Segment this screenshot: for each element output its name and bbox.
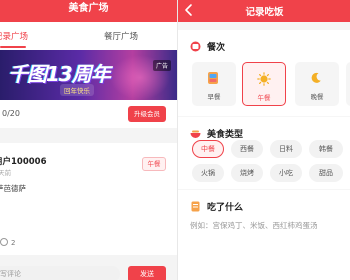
food-description-input[interactable]: 例如：宫保鸡丁、米饭、西红柿鸡蛋汤 [190, 220, 350, 276]
moon-icon [311, 72, 321, 83]
like-icon [0, 238, 8, 246]
post-quota-count: 0/20 [2, 109, 20, 118]
food-square-panel: 美食广场 记录广场 餐厅广场 千图13周年 回年快乐 广告 0/20 升级会员 … [0, 0, 177, 280]
ad-badge: 广告 [152, 60, 171, 71]
clock-icon [190, 41, 201, 52]
square-tabs: 记录广场 餐厅广场 [0, 22, 177, 50]
record-meal-header: 记录吃饭 [178, 0, 350, 22]
page-title: 记录吃饭 [245, 7, 284, 18]
food-type-chip[interactable]: 烧烤 [231, 164, 263, 182]
upgrade-vip-button[interactable]: 升级会员 [128, 106, 166, 122]
food-type-chip[interactable]: 西餐 [231, 140, 263, 158]
active-tab-indicator [0, 46, 26, 48]
bowl-icon [190, 130, 201, 138]
food-type-chip[interactable]: 火锅 [192, 164, 224, 182]
post-content: 萨芭德萨 [0, 184, 26, 193]
record-meal-panel: 记录吃饭 餐次 早餐 午餐 晚餐 美食类型 中餐 西餐 日料 韩餐 火锅 烧烤 … [177, 0, 350, 280]
section-title: 餐次 [207, 43, 226, 53]
section-title: 美食类型 [207, 130, 244, 140]
meal-option-more[interactable] [346, 62, 350, 106]
comment-input[interactable]: 写评论 [0, 266, 120, 280]
meal-option-dinner[interactable]: 晚餐 [295, 62, 339, 106]
page-title: 美食广场 [68, 3, 109, 14]
meal-option-label: 早餐 [207, 93, 221, 101]
post-username[interactable]: 用户100006 [0, 155, 47, 167]
meal-option-breakfast[interactable]: 早餐 [192, 62, 236, 106]
meal-option-label: 晚餐 [310, 93, 324, 101]
section-title: 吃了什么 [207, 203, 244, 213]
meal-time-section: 餐次 早餐 午餐 晚餐 [178, 30, 350, 116]
comment-bar: 写评论 发送 [0, 262, 177, 280]
like-count: 2 [11, 239, 16, 247]
post-card[interactable]: 用户100006 1天前 午餐 萨芭德萨 2 [0, 143, 177, 255]
meal-option-label: 午餐 [257, 94, 271, 102]
vip-row: 0/20 升级会员 [0, 100, 177, 128]
banner-title: 千图13周年 [8, 62, 111, 86]
tab-restaurant-square[interactable]: 餐厅广场 [104, 30, 138, 42]
food-type-chip[interactable]: 小吃 [270, 164, 302, 182]
breakfast-icon [208, 72, 218, 84]
post-time: 1天前 [0, 169, 12, 177]
food-type-section: 美食类型 中餐 西餐 日料 韩餐 火锅 烧烤 小吃 甜品 [178, 117, 350, 189]
meal-tag-badge: 午餐 [142, 157, 166, 171]
food-type-chip[interactable]: 韩餐 [309, 140, 343, 158]
tab-record-square[interactable]: 记录广场 [0, 30, 28, 42]
send-button[interactable]: 发送 [128, 266, 166, 280]
like-button[interactable]: 2 [0, 238, 15, 247]
food-type-chip[interactable]: 中餐 [192, 140, 224, 158]
food-square-header: 美食广场 [0, 0, 177, 22]
food-type-chip[interactable]: 甜品 [309, 164, 343, 182]
food-type-chip[interactable]: 日料 [270, 140, 302, 158]
meal-option-lunch[interactable]: 午餐 [242, 62, 286, 106]
note-icon [191, 201, 200, 212]
banner-subtitle: 回年快乐 [60, 84, 94, 96]
promo-banner[interactable]: 千图13周年 回年快乐 广告 [0, 50, 177, 100]
what-eaten-section: 吃了什么 例如：宫保鸡丁、米饭、西红柿鸡蛋汤 [178, 190, 350, 280]
sun-icon [257, 72, 271, 86]
